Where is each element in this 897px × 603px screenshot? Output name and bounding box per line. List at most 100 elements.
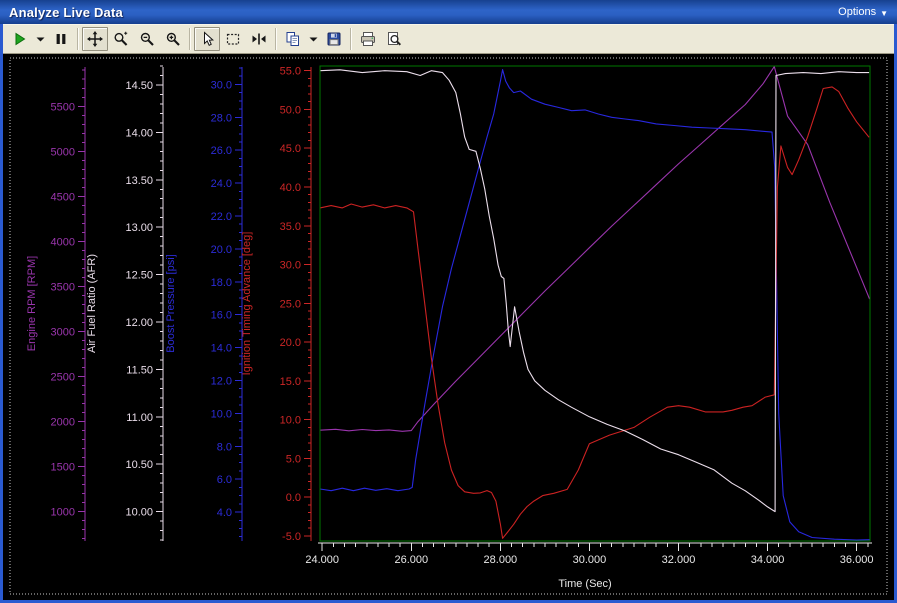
y-axis-ign: -5.00.05.010.015.020.025.030.035.040.045… bbox=[241, 66, 311, 543]
x-axis-title: Time (Sec) bbox=[558, 578, 611, 590]
pan-button[interactable] bbox=[82, 27, 108, 51]
y-tick-label: 10.00 bbox=[125, 507, 153, 519]
x-tick-label: 24.000 bbox=[305, 554, 339, 566]
series-boost bbox=[320, 70, 870, 540]
y-tick-label: 20.0 bbox=[280, 337, 301, 349]
y-tick-label: 8.0 bbox=[217, 441, 232, 453]
y-tick-label: 16.0 bbox=[211, 310, 232, 322]
y-tick-label: 30.0 bbox=[211, 79, 232, 91]
y-axis-title-afr: Air Fuel Ratio (AFR) bbox=[86, 254, 98, 353]
y-axis-title-ign: Ignition Timing Advance [deg] bbox=[241, 232, 253, 376]
zoom-window-button[interactable] bbox=[108, 27, 134, 51]
y-tick-label: 50.0 bbox=[280, 104, 301, 116]
y-tick-label: 12.0 bbox=[211, 375, 232, 387]
y-tick-label: 1000 bbox=[51, 507, 75, 519]
toolbar-separator bbox=[275, 28, 277, 50]
x-tick-label: 28.000 bbox=[484, 554, 518, 566]
y-tick-label: 25.0 bbox=[280, 298, 301, 310]
y-tick-label: 26.0 bbox=[211, 145, 232, 157]
series-afr bbox=[320, 70, 869, 512]
save-button[interactable] bbox=[321, 27, 347, 51]
y-tick-label: 1500 bbox=[51, 462, 75, 474]
y-tick-label: 3500 bbox=[51, 281, 75, 293]
toolbar-separator bbox=[350, 28, 352, 50]
y-tick-label: 14.0 bbox=[211, 343, 232, 355]
y-tick-label: 14.50 bbox=[125, 80, 153, 92]
y-tick-label: 6.0 bbox=[217, 474, 232, 486]
play-dropdown-button[interactable] bbox=[33, 27, 48, 51]
y-axis-rpm: 1000150020002500300035004000450050005500… bbox=[26, 67, 85, 541]
zoom-out-icon bbox=[139, 31, 155, 47]
y-tick-label: 0.0 bbox=[286, 492, 301, 504]
y-tick-label: 45.0 bbox=[280, 143, 301, 155]
y-tick-label: 14.00 bbox=[125, 127, 153, 139]
x-tick-label: 32.000 bbox=[662, 554, 696, 566]
y-axis-afr: 10.0010.5011.0011.5012.0012.5013.0013.50… bbox=[86, 66, 163, 541]
y-axis-title-rpm: Engine RPM [RPM] bbox=[26, 256, 38, 351]
y-axis-title-boost: Boost Pressure [psi] bbox=[165, 254, 177, 352]
series-ign bbox=[320, 87, 869, 538]
print-preview-button[interactable] bbox=[381, 27, 407, 51]
pan-icon bbox=[87, 31, 103, 47]
series-rpm bbox=[320, 67, 870, 432]
chart[interactable]: 1000150020002500300035004000450050005500… bbox=[3, 54, 894, 600]
y-tick-label: 11.50 bbox=[126, 364, 153, 376]
y-tick-label: 10.0 bbox=[280, 415, 301, 427]
copy-icon bbox=[285, 31, 301, 47]
select-region-button[interactable] bbox=[220, 27, 246, 51]
pause-icon bbox=[53, 31, 69, 47]
y-tick-label: 5.0 bbox=[286, 453, 301, 465]
options-dropdown-icon: ▼ bbox=[880, 9, 888, 18]
y-tick-label: 4500 bbox=[51, 191, 75, 203]
pause-button[interactable] bbox=[48, 27, 74, 51]
select-region-icon bbox=[225, 31, 241, 47]
y-tick-label: 5000 bbox=[51, 146, 75, 158]
y-tick-label: 18.0 bbox=[211, 277, 232, 289]
plot-border bbox=[320, 66, 870, 541]
cursor-icon bbox=[199, 31, 215, 47]
y-tick-label: 55.0 bbox=[280, 66, 301, 78]
options-label: Options bbox=[838, 6, 876, 18]
print-preview-icon bbox=[386, 31, 402, 47]
cursor-button[interactable] bbox=[194, 27, 220, 51]
copy-button[interactable] bbox=[280, 27, 306, 51]
copy-dropdown-button[interactable] bbox=[306, 27, 321, 51]
window-title: Analyze Live Data bbox=[9, 5, 123, 20]
save-icon bbox=[326, 31, 342, 47]
x-tick-label: 26.000 bbox=[394, 554, 428, 566]
y-tick-label: 13.00 bbox=[125, 222, 153, 234]
copy-dropdown-icon bbox=[306, 31, 322, 47]
app-window: Analyze Live Data Options ▼ 1000 1500 2000… bbox=[0, 0, 897, 603]
x-tick-label: 34.000 bbox=[751, 554, 785, 566]
zoom-in-icon bbox=[165, 31, 181, 47]
options-menu-button[interactable]: Options ▼ bbox=[838, 6, 888, 18]
y-tick-label: 35.0 bbox=[280, 221, 301, 233]
print-icon bbox=[360, 31, 376, 47]
toolbar-separator bbox=[77, 28, 79, 50]
y-tick-label: -5.0 bbox=[282, 531, 301, 543]
y-tick-label: 12.00 bbox=[125, 317, 153, 329]
y-tick-label: 13.50 bbox=[125, 175, 153, 187]
plot-area[interactable] bbox=[320, 67, 870, 540]
y-tick-label: 11.00 bbox=[126, 412, 153, 424]
zoom-in-button[interactable] bbox=[160, 27, 186, 51]
print-button[interactable] bbox=[355, 27, 381, 51]
title-bar: Analyze Live Data Options ▼ bbox=[0, 0, 897, 24]
toolbar bbox=[3, 24, 894, 54]
y-tick-label: 40.0 bbox=[280, 182, 301, 194]
play-button[interactable] bbox=[7, 27, 33, 51]
y-tick-label: 30.0 bbox=[280, 260, 301, 272]
y-tick-label: 28.0 bbox=[211, 112, 232, 124]
x-tick-label: 36.000 bbox=[840, 554, 874, 566]
x-axis: 24.000 26.000 28.000 30.000 32.000 34.000 36.0… bbox=[305, 543, 873, 590]
y-axis-boost: 4.06.08.010.012.014.016.018.020.022.024.… bbox=[165, 67, 242, 541]
collapse-horizontal-button[interactable] bbox=[246, 27, 272, 51]
y-tick-label: 3000 bbox=[51, 327, 75, 339]
y-tick-label: 22.0 bbox=[211, 211, 232, 223]
collapse-horizontal-icon bbox=[251, 31, 267, 47]
zoom-out-button[interactable] bbox=[134, 27, 160, 51]
y-tick-label: 2000 bbox=[51, 417, 75, 429]
x-tick-label: 30.000 bbox=[573, 554, 607, 566]
chart-panel: 1000150020002500300035004000450050005500… bbox=[3, 54, 894, 600]
play-icon bbox=[12, 31, 28, 47]
